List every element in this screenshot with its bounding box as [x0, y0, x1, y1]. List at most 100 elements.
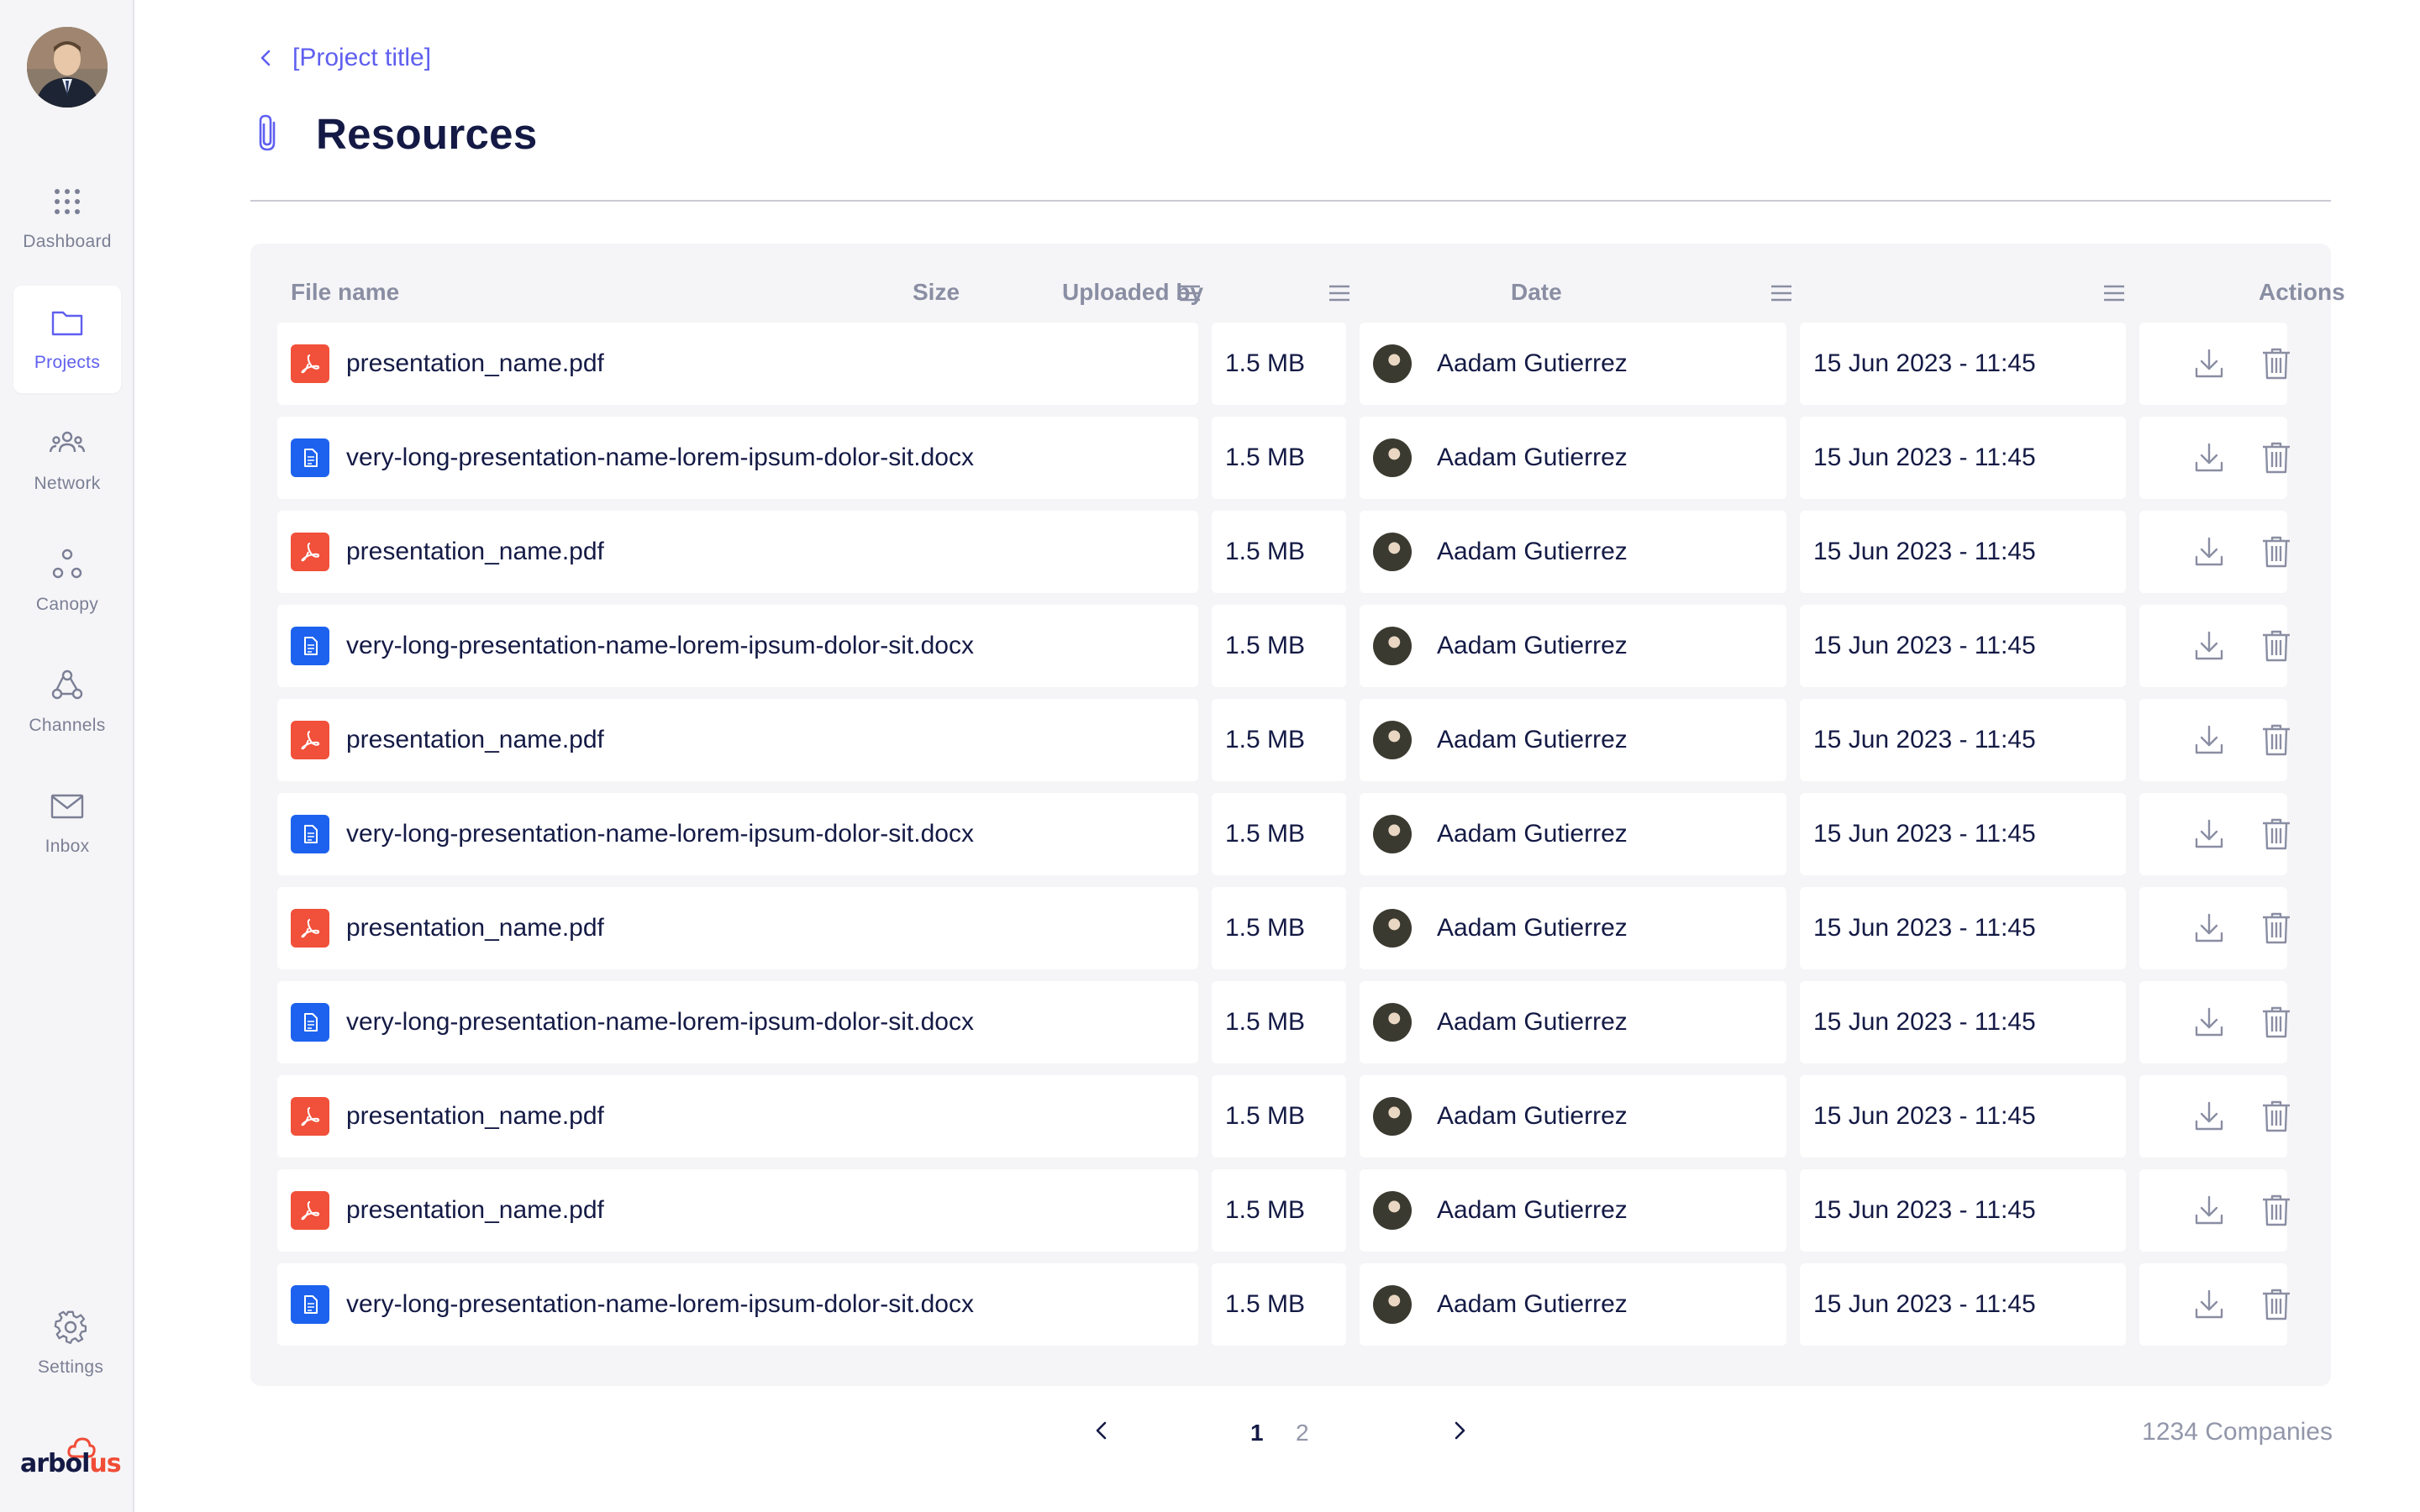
download-icon[interactable] — [2193, 1005, 2225, 1039]
file-name-cell[interactable]: very-long-presentation-name-lorem-ipsum-… — [277, 1263, 1198, 1346]
pdf-icon — [301, 1107, 320, 1126]
file-name-cell[interactable]: very-long-presentation-name-lorem-ipsum-… — [277, 605, 1198, 687]
uploader-name: Aadam Gutierrez — [1437, 632, 1628, 659]
trash-icon[interactable] — [2260, 1288, 2292, 1321]
file-name[interactable]: presentation_name.pdf — [346, 1196, 604, 1225]
user-avatar[interactable] — [27, 27, 108, 108]
file-name[interactable]: presentation_name.pdf — [346, 726, 604, 754]
sidebar: Dashboard Projects Network Canopy Channe… — [0, 0, 134, 1512]
file-name[interactable]: very-long-presentation-name-lorem-ipsum-… — [346, 632, 974, 660]
date-cell: 15 Jun 2023 - 11:45 — [1800, 699, 2126, 781]
uploader-name: Aadam Gutierrez — [1437, 914, 1628, 942]
sidebar-item-label: Inbox — [45, 837, 90, 856]
column-header-date[interactable]: Date — [1511, 276, 1562, 309]
download-icon[interactable] — [2193, 911, 2225, 945]
upload-date: 15 Jun 2023 - 11:45 — [1813, 444, 2036, 471]
docx-file-icon — [291, 815, 329, 853]
column-menu-icon[interactable] — [2102, 284, 2126, 302]
trash-icon[interactable] — [2260, 1194, 2292, 1227]
download-icon[interactable] — [2193, 1288, 2225, 1321]
uploaded-by-cell: Aadam Gutierrez — [1360, 699, 1786, 781]
file-name-cell[interactable]: very-long-presentation-name-lorem-ipsum-… — [277, 981, 1198, 1063]
chevron-right-icon[interactable] — [1447, 1418, 1472, 1443]
pdf-file-icon — [291, 909, 329, 948]
trash-icon[interactable] — [2260, 723, 2292, 757]
download-icon[interactable] — [2193, 535, 2225, 569]
uploader-name: Aadam Gutierrez — [1437, 1102, 1628, 1130]
pdf-file-icon — [291, 1191, 329, 1230]
file-name-cell[interactable]: presentation_name.pdf — [277, 511, 1198, 593]
uploaded-by-cell: Aadam Gutierrez — [1360, 1169, 1786, 1252]
file-name[interactable]: presentation_name.pdf — [346, 349, 604, 378]
file-name[interactable]: presentation_name.pdf — [346, 538, 604, 566]
file-name[interactable]: presentation_name.pdf — [346, 914, 604, 942]
column-header-uploaded-by[interactable]: Uploaded by — [1062, 276, 1203, 309]
sidebar-item-dashboard[interactable]: Dashboard — [13, 165, 121, 272]
upload-date: 15 Jun 2023 - 11:45 — [1813, 1102, 2036, 1130]
size-cell: 1.5 MB — [1212, 887, 1346, 969]
download-icon[interactable] — [2193, 1194, 2225, 1227]
breadcrumb[interactable]: [Project title] — [255, 44, 431, 72]
gear-icon — [54, 1310, 87, 1344]
size-cell: 1.5 MB — [1212, 417, 1346, 499]
trash-icon[interactable] — [2260, 1100, 2292, 1133]
file-name[interactable]: very-long-presentation-name-lorem-ipsum-… — [346, 820, 974, 848]
column-header-size[interactable]: Size — [913, 276, 960, 309]
file-name-cell[interactable]: presentation_name.pdf — [277, 699, 1198, 781]
breadcrumb-project-link[interactable]: [Project title] — [292, 44, 431, 72]
sidebar-item-canopy[interactable]: Canopy — [13, 528, 121, 635]
download-icon[interactable] — [2193, 817, 2225, 851]
header-divider — [250, 200, 2331, 202]
file-name[interactable]: presentation_name.pdf — [346, 1102, 604, 1131]
column-header-actions: Actions — [2259, 279, 2345, 305]
file-name-cell[interactable]: presentation_name.pdf — [277, 323, 1198, 405]
trash-icon[interactable] — [2260, 441, 2292, 475]
trash-icon[interactable] — [2260, 347, 2292, 381]
pdf-file-icon — [291, 721, 329, 759]
download-icon[interactable] — [2193, 441, 2225, 475]
download-icon[interactable] — [2193, 723, 2225, 757]
sidebar-item-projects[interactable]: Projects — [13, 286, 121, 393]
trash-icon[interactable] — [2260, 911, 2292, 945]
trash-icon[interactable] — [2260, 629, 2292, 663]
circles-icon — [52, 549, 82, 579]
arbolus-logo: arbolus — [20, 1435, 122, 1478]
file-name-cell[interactable]: presentation_name.pdf — [277, 1169, 1198, 1252]
uploader-name: Aadam Gutierrez — [1437, 1290, 1628, 1318]
uploaded-by-cell: Aadam Gutierrez — [1360, 1263, 1786, 1346]
trash-icon[interactable] — [2260, 817, 2292, 851]
page-number-current[interactable]: 1 — [1250, 1420, 1264, 1446]
file-name-cell[interactable]: very-long-presentation-name-lorem-ipsum-… — [277, 793, 1198, 875]
page-number[interactable]: 2 — [1296, 1420, 1309, 1446]
uploader-name: Aadam Gutierrez — [1437, 726, 1628, 753]
pdf-file-icon — [291, 344, 329, 383]
total-count: 1234 Companies — [2142, 1418, 2333, 1446]
trash-icon[interactable] — [2260, 535, 2292, 569]
download-icon[interactable] — [2193, 1100, 2225, 1133]
page-title: Resources — [316, 110, 538, 158]
trash-icon[interactable] — [2260, 1005, 2292, 1039]
column-menu-icon[interactable] — [1328, 284, 1351, 302]
sidebar-item-channels[interactable]: Channels — [13, 648, 121, 756]
uploader-avatar — [1373, 1191, 1412, 1230]
file-name-cell[interactable]: very-long-presentation-name-lorem-ipsum-… — [277, 417, 1198, 499]
sidebar-item-settings[interactable]: Settings — [17, 1290, 124, 1398]
uploaded-by-cell: Aadam Gutierrez — [1360, 323, 1786, 405]
column-header-file-name[interactable]: File name — [291, 276, 399, 309]
file-name-cell[interactable]: presentation_name.pdf — [277, 887, 1198, 969]
uploader-avatar — [1373, 815, 1412, 853]
chevron-left-icon[interactable] — [1089, 1418, 1114, 1443]
webhook-icon — [51, 669, 83, 700]
download-icon[interactable] — [2193, 629, 2225, 663]
file-name[interactable]: very-long-presentation-name-lorem-ipsum-… — [346, 1290, 974, 1319]
file-name[interactable]: very-long-presentation-name-lorem-ipsum-… — [346, 444, 974, 472]
file-name-cell[interactable]: presentation_name.pdf — [277, 1075, 1198, 1158]
sidebar-item-network[interactable]: Network — [13, 407, 121, 514]
file-size: 1.5 MB — [1225, 1102, 1306, 1130]
sidebar-item-inbox[interactable]: Inbox — [13, 769, 121, 877]
download-icon[interactable] — [2193, 347, 2225, 381]
size-cell: 1.5 MB — [1212, 511, 1346, 593]
file-name[interactable]: very-long-presentation-name-lorem-ipsum-… — [346, 1008, 974, 1037]
sidebar-item-label: Canopy — [35, 595, 99, 614]
column-menu-icon[interactable] — [1770, 284, 1793, 302]
